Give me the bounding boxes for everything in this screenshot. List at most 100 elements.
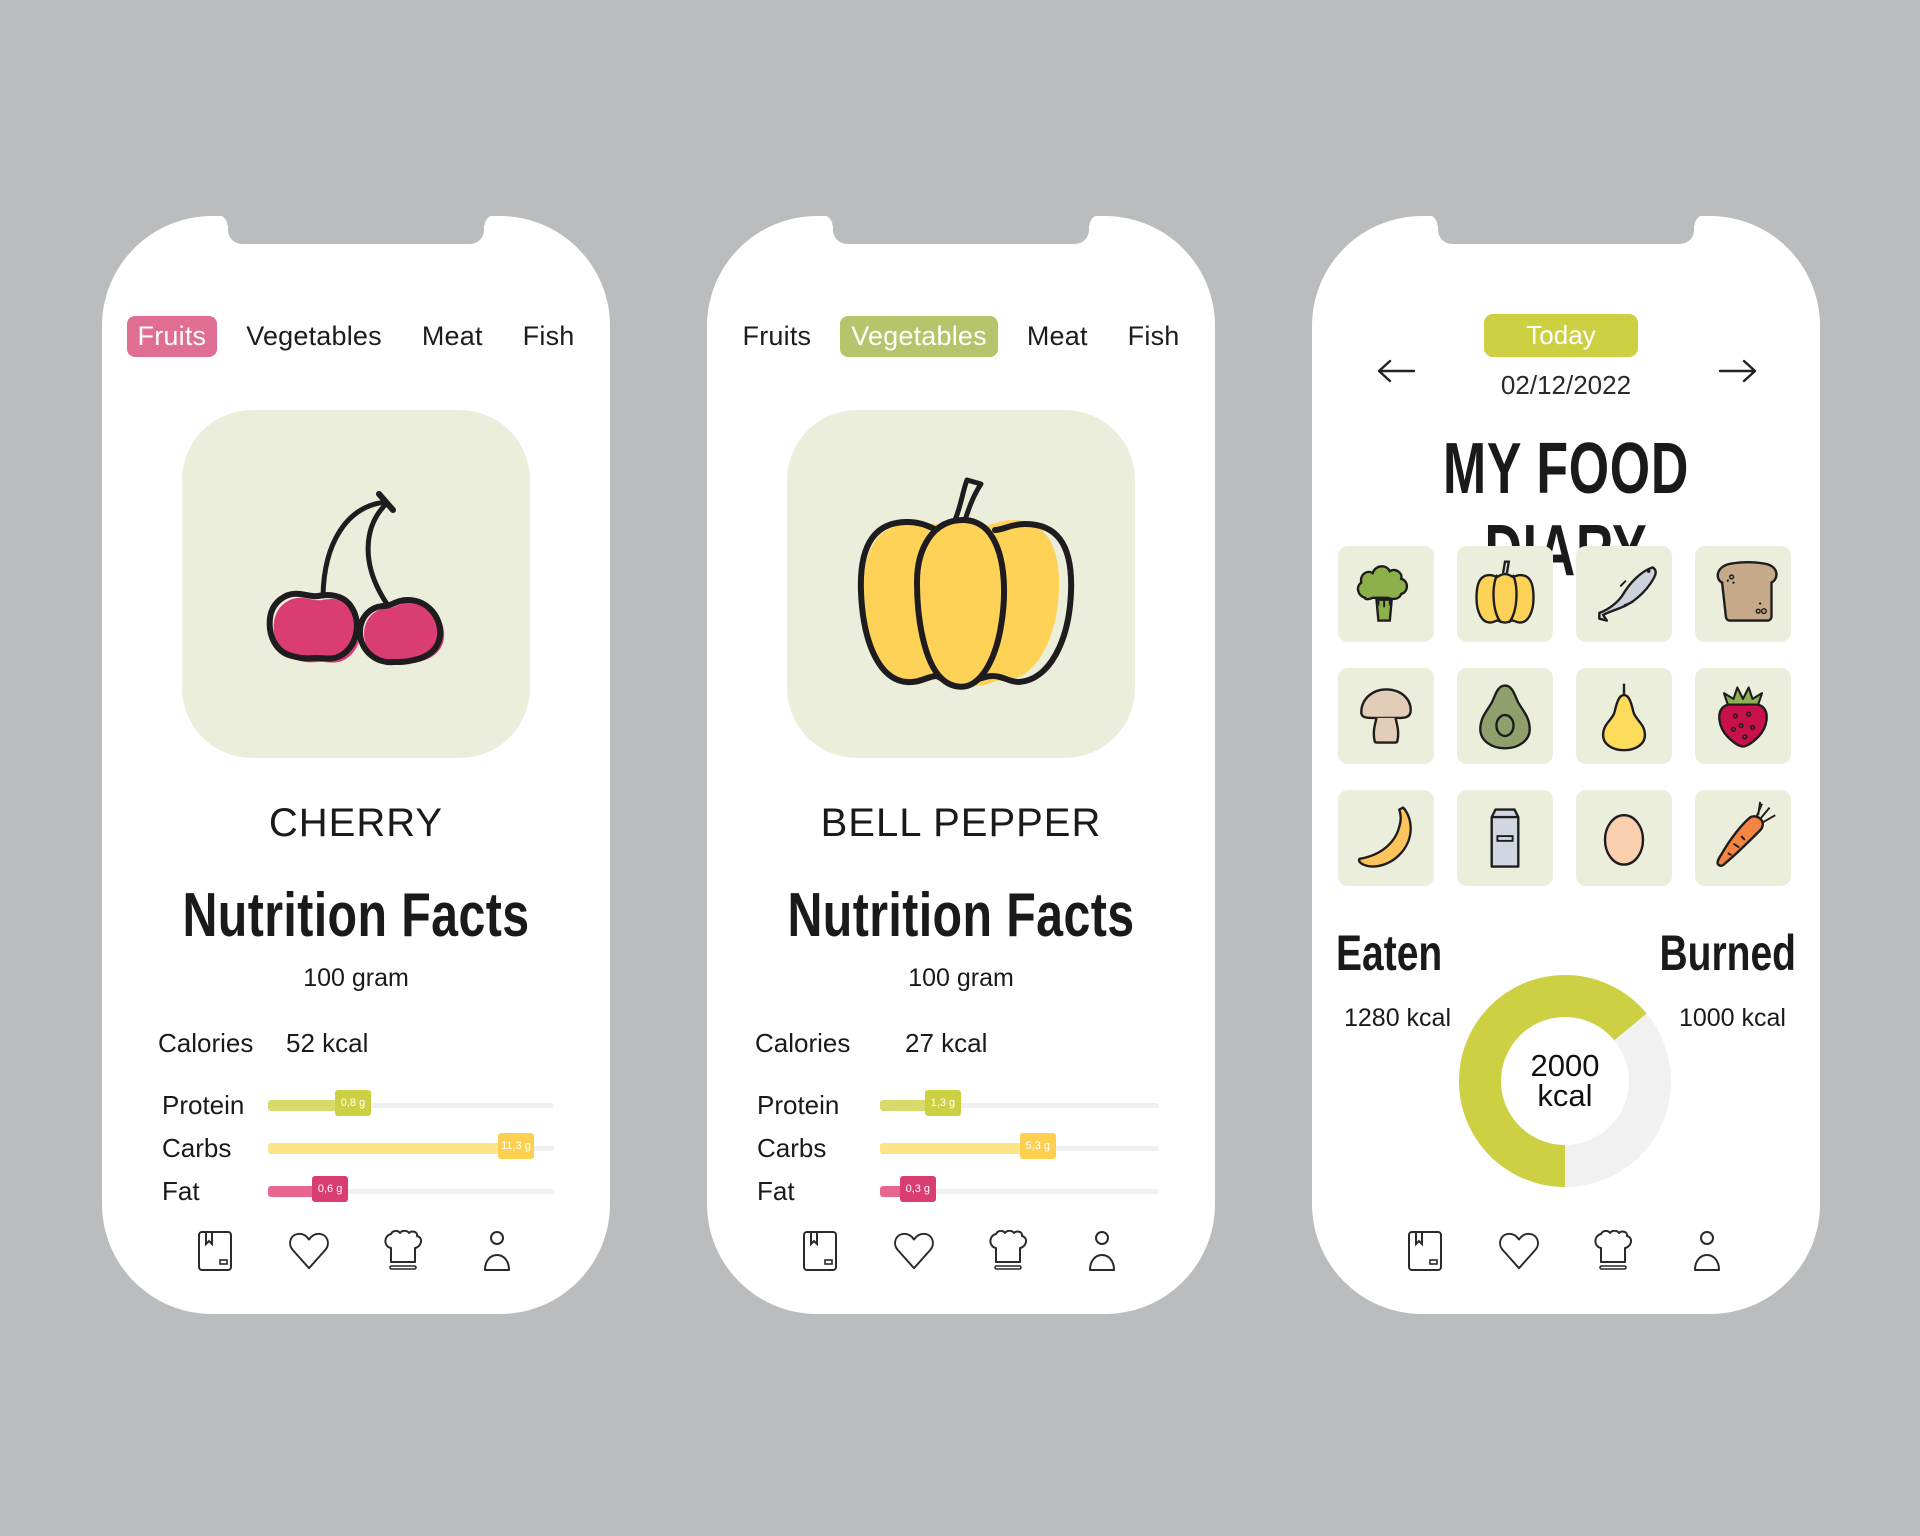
chef-hat-icon <box>1594 1230 1633 1270</box>
macro-label: Protein <box>162 1090 245 1120</box>
calories-value: 27 kcal <box>905 1028 988 1058</box>
profile-nav-button[interactable] <box>476 1230 518 1272</box>
pear-icon <box>1601 683 1647 752</box>
food-tile-carrot[interactable] <box>1695 790 1791 886</box>
food-tile-milk-carton[interactable] <box>1457 790 1553 886</box>
macro-bar-track: 0,3 g <box>880 1176 1159 1202</box>
profile-nav-button[interactable] <box>1081 1230 1123 1272</box>
recipe-book-icon <box>198 1231 232 1271</box>
phone-notch <box>1426 214 1706 244</box>
recipe-book-icon <box>1408 1231 1442 1271</box>
category-tabs: Fruits Vegetables Meat Fish <box>707 316 1215 357</box>
profile-icon <box>1694 1231 1720 1271</box>
macro-label: Fat <box>162 1176 200 1206</box>
donut-center-label: 2000 kcal <box>1458 974 1672 1188</box>
food-tile-pear[interactable] <box>1576 668 1672 764</box>
chef-hat-icon <box>989 1230 1028 1270</box>
heart-icon <box>894 1232 934 1270</box>
food-name: CHERRY <box>268 801 444 845</box>
eaten-value: 1280 kcal <box>1344 1004 1452 1032</box>
food-grid <box>1338 546 1791 886</box>
macro-row-fat: Fat 0,6 g <box>162 1170 554 1213</box>
tab-fish[interactable]: Fish <box>1117 316 1191 357</box>
macro-value-badge: 0,3 g <box>899 1176 936 1202</box>
food-name: BELL PEPPER <box>820 801 1102 845</box>
chef-hat-nav-button[interactable] <box>987 1230 1029 1272</box>
macro-label: Carbs <box>757 1133 827 1163</box>
tab-fish[interactable]: Fish <box>512 316 586 357</box>
avocado-icon <box>1479 684 1531 750</box>
macros-list: Protein 0,8 g Carbs 11,3 g Fat 0,6 g <box>162 1084 554 1213</box>
current-date: 02/12/2022 <box>1500 370 1632 400</box>
food-tile-banana[interactable] <box>1338 790 1434 886</box>
food-tile-mushroom[interactable] <box>1338 668 1434 764</box>
fish-icon <box>1598 566 1657 622</box>
calories-label: Calories <box>158 1028 254 1058</box>
heart-icon <box>1499 1232 1539 1270</box>
food-tile-fish[interactable] <box>1576 546 1672 642</box>
recipe-book-nav-button[interactable] <box>799 1230 841 1272</box>
tab-meat[interactable]: Meat <box>1016 316 1099 357</box>
serving-size: 100 gram <box>303 964 409 992</box>
tab-fruits[interactable]: Fruits <box>126 316 218 357</box>
phone-notch <box>216 214 496 244</box>
egg-icon <box>1603 814 1645 866</box>
tab-meat[interactable]: Meat <box>411 316 494 357</box>
burned-label: Burned <box>1659 925 1797 981</box>
heart-icon <box>289 1232 329 1270</box>
macro-bar-track: 11,3 g <box>268 1133 554 1159</box>
macro-bar-track: 0,8 g <box>268 1090 554 1116</box>
macro-bar-track: 0,6 g <box>268 1176 554 1202</box>
profile-nav-button[interactable] <box>1686 1230 1728 1272</box>
calories-row: Calories 27 kcal <box>755 1028 987 1059</box>
calories-label: Calories <box>755 1028 851 1058</box>
chef-hat-nav-button[interactable] <box>1592 1230 1634 1272</box>
tab-fruits[interactable]: Fruits <box>732 316 823 357</box>
eaten-label: Eaten <box>1336 925 1443 981</box>
food-tile-avocado[interactable] <box>1457 668 1553 764</box>
banana-icon <box>1357 806 1412 868</box>
profile-icon <box>484 1231 510 1271</box>
food-tile-broccoli[interactable] <box>1338 546 1434 642</box>
bell-pepper-icon <box>857 477 1075 690</box>
bottom-nav <box>1312 1230 1820 1272</box>
bottom-nav <box>707 1230 1215 1272</box>
phone-bell-pepper-screen: Fruits Vegetables Meat Fish BELL PEPPER … <box>707 214 1215 1314</box>
macro-row-protein: Protein 0,8 g <box>162 1084 554 1127</box>
bell-pepper-icon <box>1475 560 1535 624</box>
heart-nav-button[interactable] <box>893 1230 935 1272</box>
chef-hat-nav-button[interactable] <box>382 1230 424 1272</box>
recipe-book-icon <box>803 1231 837 1271</box>
cherry-icon <box>266 491 445 666</box>
calories-value: 52 kcal <box>286 1028 369 1058</box>
food-image-tile <box>182 410 530 758</box>
calories-row: Calories 52 kcal <box>158 1028 368 1059</box>
phone-cherry-screen: Fruits Vegetables Meat Fish CHERRY Nutri… <box>102 214 610 1314</box>
chef-hat-icon <box>384 1230 423 1270</box>
macro-value-badge: 0,6 g <box>312 1176 349 1202</box>
nutrition-facts-title: Nutrition Facts <box>787 881 1135 950</box>
macro-bar-track: 5,3 g <box>880 1133 1159 1159</box>
macro-bar-fill <box>268 1143 534 1154</box>
recipe-book-nav-button[interactable] <box>194 1230 236 1272</box>
macro-label: Carbs <box>162 1133 232 1163</box>
food-tile-strawberry[interactable] <box>1695 668 1791 764</box>
today-button[interactable]: Today <box>1484 314 1638 357</box>
food-tile-egg[interactable] <box>1576 790 1672 886</box>
profile-icon <box>1089 1231 1115 1271</box>
food-tile-bread[interactable] <box>1695 546 1791 642</box>
heart-nav-button[interactable] <box>1498 1230 1540 1272</box>
food-tile-bell-pepper[interactable] <box>1457 546 1553 642</box>
macros-list: Protein 1,3 g Carbs 5,3 g Fat 0,3 g <box>757 1084 1159 1213</box>
tab-vegetables[interactable]: Vegetables <box>840 316 998 357</box>
broccoli-icon <box>1356 565 1409 622</box>
burned-value: 1000 kcal <box>1678 1004 1786 1032</box>
tab-vegetables[interactable]: Vegetables <box>235 316 393 357</box>
heart-nav-button[interactable] <box>288 1230 330 1272</box>
macro-row-protein: Protein 1,3 g <box>757 1084 1159 1127</box>
recipe-book-nav-button[interactable] <box>1404 1230 1446 1272</box>
carrot-icon <box>1716 801 1776 868</box>
category-tabs: Fruits Vegetables Meat Fish <box>102 316 610 357</box>
calorie-goal-unit: kcal <box>1537 1078 1593 1113</box>
strawberry-icon <box>1718 686 1768 748</box>
